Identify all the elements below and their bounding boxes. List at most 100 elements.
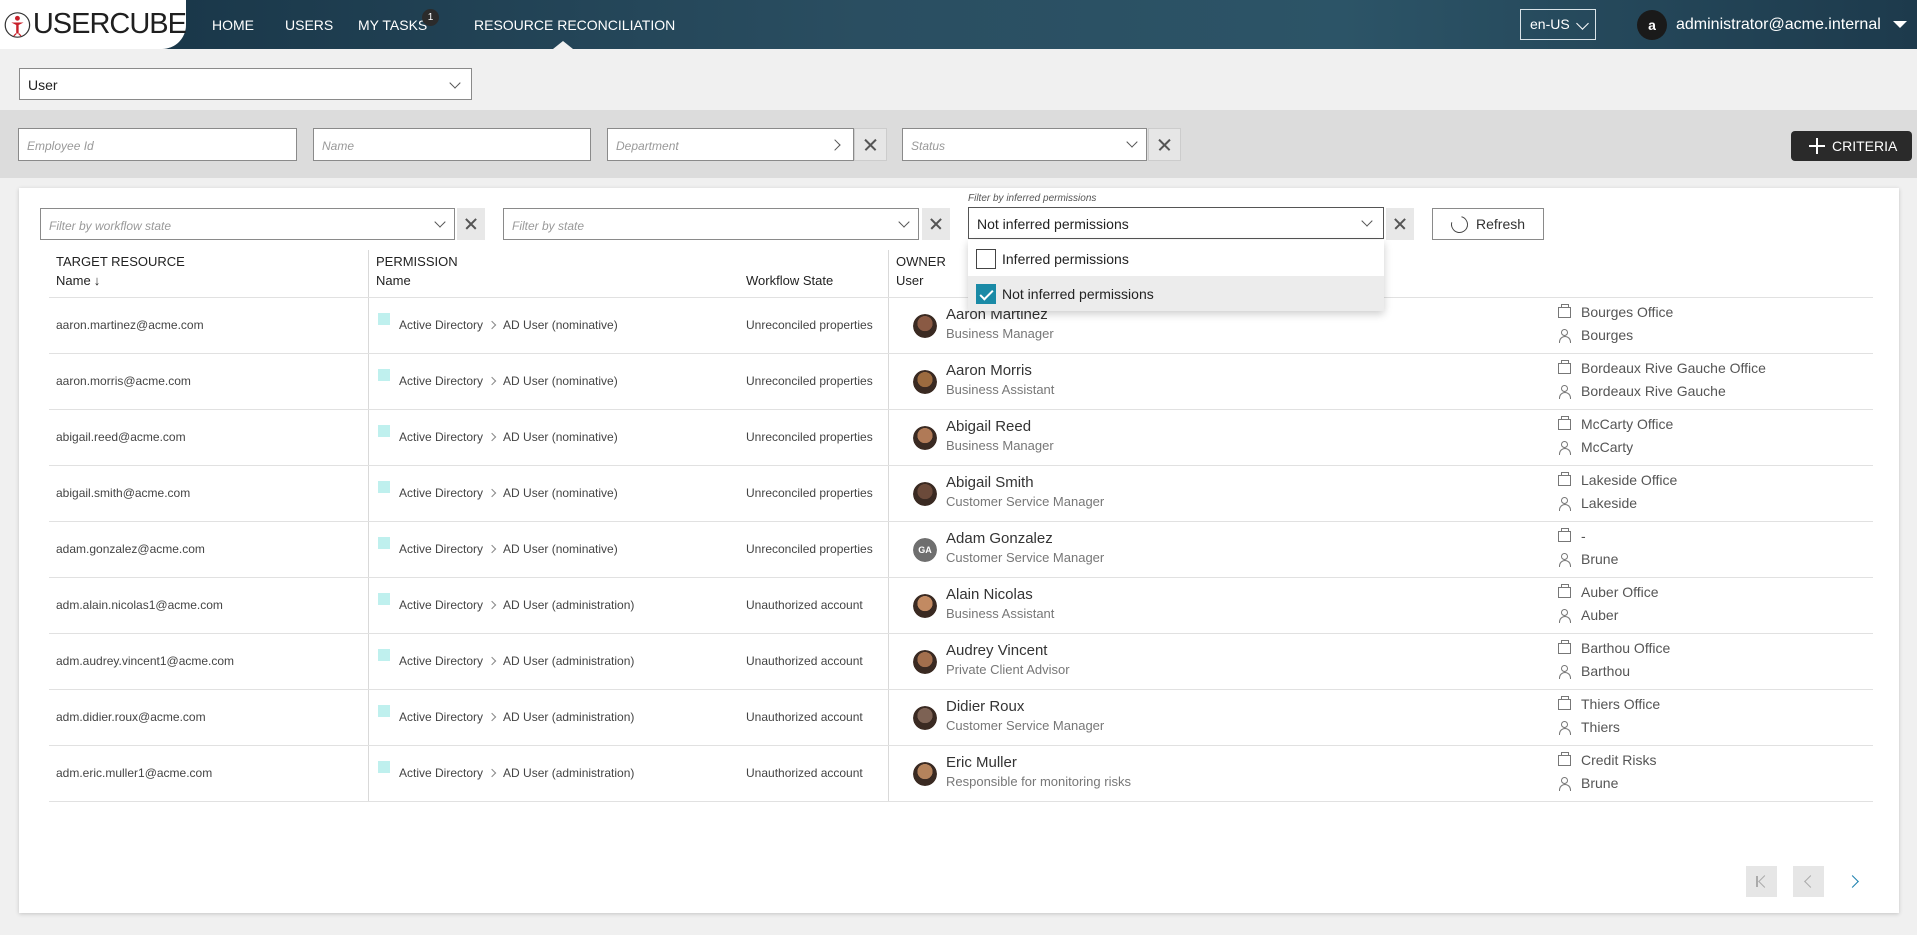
nav-my-tasks[interactable]: MY TASKS	[358, 17, 427, 33]
office-line: McCarty Office	[1558, 415, 1674, 432]
user-menu[interactable]: a administrator@acme.internal	[1637, 9, 1907, 40]
dropdown-option-inferred[interactable]: Inferred permissions	[968, 241, 1384, 276]
permission-color-swatch	[378, 537, 390, 549]
department-picker[interactable]: Department	[607, 128, 854, 161]
avatar	[913, 594, 937, 618]
target-resource-name[interactable]: adam.gonzalez@acme.com	[56, 542, 205, 556]
table-row[interactable]: adm.alain.nicolas1@acme.com Active Direc…	[49, 578, 1873, 634]
header-workflow-state[interactable]: Workflow State	[746, 273, 833, 288]
permission-name: AD User (nominative)	[503, 542, 618, 556]
permission-name: AD User (nominative)	[503, 486, 618, 500]
next-page-button[interactable]	[1840, 866, 1871, 897]
refresh-icon	[1447, 212, 1472, 236]
table-row[interactable]: adam.gonzalez@acme.com Active Directory …	[49, 522, 1873, 578]
clear-workflow-state-button[interactable]	[457, 208, 485, 240]
table-row[interactable]: abigail.smith@acme.com Active Directory …	[49, 466, 1873, 522]
table-row[interactable]: aaron.morris@acme.com Active Directory A…	[49, 354, 1873, 410]
nav-home[interactable]: HOME	[212, 17, 254, 33]
header-owner-user[interactable]: User	[896, 273, 923, 288]
table-row[interactable]: aaron.martinez@acme.com Active Directory…	[49, 298, 1873, 354]
status-select[interactable]: Status	[902, 128, 1147, 161]
option-label: Inferred permissions	[1002, 250, 1129, 267]
permission-system: Active Directory	[399, 710, 484, 724]
clear-state-button[interactable]	[922, 208, 950, 240]
header-target-name-label: Name	[56, 273, 91, 288]
header-target-name[interactable]: Name ↓	[56, 273, 100, 288]
office-name: Barthou Office	[1581, 640, 1671, 656]
table-row[interactable]: adm.didier.roux@acme.com Active Director…	[49, 690, 1873, 746]
clear-department-button[interactable]	[854, 128, 887, 161]
table-row[interactable]: abigail.reed@acme.com Active Directory A…	[49, 410, 1873, 466]
building-icon	[1558, 639, 1571, 654]
site-name: Brune	[1581, 775, 1619, 791]
owner-name[interactable]: Abigail Reed	[946, 418, 1031, 435]
chevron-left-icon	[1804, 875, 1817, 888]
office-line: Barthou Office	[1558, 639, 1671, 656]
office-name: McCarty Office	[1581, 416, 1674, 432]
owner-name[interactable]: Alain Nicolas	[946, 586, 1033, 603]
chevron-right-icon	[829, 139, 841, 151]
row-divider	[49, 801, 1873, 802]
table-row[interactable]: adm.eric.muller1@acme.com Active Directo…	[49, 746, 1873, 802]
building-icon	[1558, 751, 1571, 766]
owner-name[interactable]: Audrey Vincent	[946, 642, 1047, 659]
clear-status-button[interactable]	[1148, 128, 1181, 161]
logo[interactable]: USERCUBE	[0, 0, 187, 49]
workflow-state-value: Unreconciled properties	[746, 430, 873, 444]
target-resource-name[interactable]: aaron.martinez@acme.com	[56, 318, 204, 332]
building-icon	[1558, 583, 1571, 598]
person-icon	[1558, 776, 1571, 791]
site-name: Brune	[1581, 551, 1619, 567]
permission-color-swatch	[378, 481, 390, 493]
building-icon	[1558, 695, 1571, 710]
state-placeholder: Filter by state	[512, 219, 585, 233]
table-row[interactable]: adm.audrey.vincent1@acme.com Active Dire…	[49, 634, 1873, 690]
owner-name[interactable]: Aaron Morris	[946, 362, 1032, 379]
owner-name[interactable]: Didier Roux	[946, 698, 1024, 715]
office-line: Bordeaux Rive Gauche Office	[1558, 359, 1766, 376]
checkbox-checked-icon[interactable]	[976, 283, 996, 304]
refresh-button[interactable]: Refresh	[1432, 208, 1544, 240]
workflow-state-value: Unreconciled properties	[746, 318, 873, 332]
avatar	[913, 370, 937, 394]
target-resource-name[interactable]: aaron.morris@acme.com	[56, 374, 191, 388]
name-input[interactable]: Name	[313, 128, 591, 161]
target-resource-name[interactable]: adm.alain.nicolas1@acme.com	[56, 598, 223, 612]
workflow-state-filter[interactable]: Filter by workflow state	[40, 208, 455, 240]
avatar-photo	[913, 426, 937, 450]
checkbox-icon[interactable]	[976, 248, 996, 269]
owner-name[interactable]: Abigail Smith	[946, 474, 1034, 491]
clear-inferred-permissions-button[interactable]	[1386, 208, 1414, 240]
previous-page-button[interactable]	[1793, 866, 1824, 897]
add-criteria-button[interactable]: CRITERIA	[1791, 131, 1912, 161]
language-value: en-US	[1530, 16, 1570, 32]
state-filter[interactable]: Filter by state	[503, 208, 919, 240]
office-name: Bourges Office	[1581, 304, 1674, 320]
owner-name[interactable]: Adam Gonzalez	[946, 530, 1053, 547]
target-resource-name[interactable]: adm.didier.roux@acme.com	[56, 710, 206, 724]
first-page-button[interactable]	[1746, 866, 1777, 897]
workflow-state-value: Unauthorized account	[746, 598, 863, 612]
inferred-permissions-select[interactable]: Not inferred permissions	[968, 207, 1384, 239]
target-resource-name[interactable]: adm.eric.muller1@acme.com	[56, 766, 212, 780]
person-icon	[1558, 328, 1571, 343]
entity-type-select[interactable]: User	[19, 68, 472, 100]
chevron-right-icon	[487, 432, 497, 442]
office-name: Lakeside Office	[1581, 472, 1678, 488]
owner-title: Business Manager	[946, 326, 1054, 341]
dropdown-option-not-inferred[interactable]: Not inferred permissions	[968, 276, 1384, 311]
language-select[interactable]: en-US	[1520, 9, 1596, 40]
header-permission-name[interactable]: Name	[376, 273, 411, 288]
workflow-state-placeholder: Filter by workflow state	[49, 219, 172, 233]
nav-resource-reconciliation[interactable]: RESOURCE RECONCILIATION	[474, 17, 675, 33]
site-name: Lakeside	[1581, 495, 1638, 511]
department-placeholder: Department	[616, 139, 679, 153]
target-resource-name[interactable]: abigail.smith@acme.com	[56, 486, 190, 500]
permission-system: Active Directory	[399, 598, 484, 612]
office-name: Thiers Office	[1581, 696, 1661, 712]
owner-name[interactable]: Eric Muller	[946, 754, 1017, 771]
employee-id-input[interactable]: Employee Id	[18, 128, 297, 161]
target-resource-name[interactable]: abigail.reed@acme.com	[56, 430, 186, 444]
target-resource-name[interactable]: adm.audrey.vincent1@acme.com	[56, 654, 234, 668]
nav-users[interactable]: USERS	[285, 17, 333, 33]
